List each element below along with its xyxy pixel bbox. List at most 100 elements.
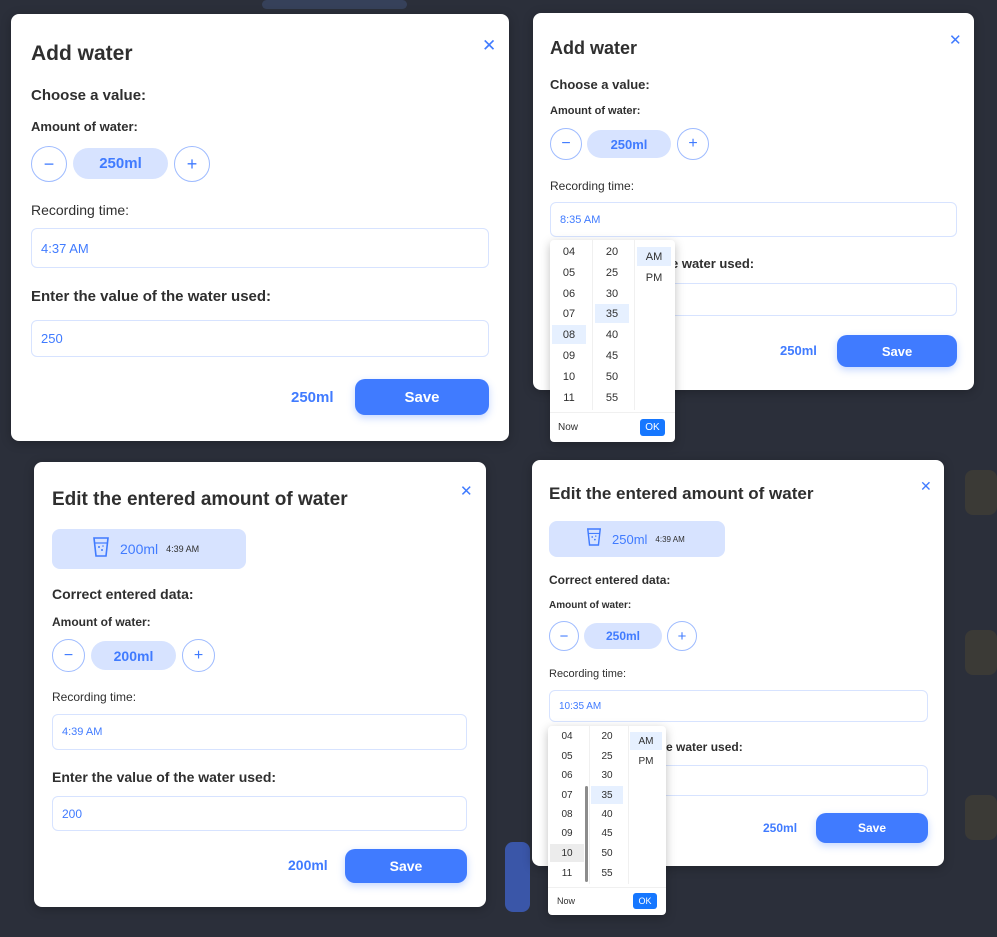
- increase-button[interactable]: +: [677, 128, 709, 160]
- close-icon[interactable]: ✕: [482, 37, 496, 54]
- increase-button[interactable]: +: [667, 621, 697, 651]
- decrease-button[interactable]: −: [52, 639, 85, 672]
- picker-footer: Now OK: [550, 412, 675, 442]
- modal-title: Add water: [550, 38, 638, 58]
- minute-option[interactable]: 45: [591, 824, 623, 842]
- background-app-shape: [965, 470, 997, 515]
- water-glass-icon: [92, 536, 110, 563]
- hour-option[interactable]: 04: [550, 727, 584, 745]
- minute-option[interactable]: 25: [591, 747, 623, 765]
- save-button[interactable]: Save: [816, 813, 928, 843]
- save-button[interactable]: Save: [345, 849, 467, 883]
- column-divider: [634, 240, 635, 410]
- enter-value-label: Enter the value of the water used:: [31, 288, 272, 305]
- hour-option[interactable]: 10: [552, 367, 586, 386]
- hour-option-selected[interactable]: 10: [550, 844, 584, 862]
- time-picker-dropdown: 04 05 06 07 08 09 10 11 20 25 30 35 40 4…: [550, 240, 675, 442]
- increase-button[interactable]: +: [182, 639, 215, 672]
- entered-record-card: 200ml 4:39 AM: [52, 529, 246, 569]
- total-amount: 250ml: [291, 389, 334, 406]
- meridiem-column: AM PM: [630, 726, 664, 776]
- hour-option[interactable]: 04: [552, 242, 586, 261]
- hour-column: 04 05 06 07 08 09 10 11: [552, 240, 590, 412]
- minute-option[interactable]: 25: [595, 263, 629, 282]
- save-button[interactable]: Save: [837, 335, 957, 367]
- hour-option-selected[interactable]: 08: [552, 325, 586, 344]
- close-icon[interactable]: ✕: [920, 479, 932, 493]
- close-icon[interactable]: ✕: [460, 484, 473, 499]
- hour-option[interactable]: 07: [550, 786, 584, 804]
- entered-record-card: 250ml 4:39 AM: [549, 521, 725, 557]
- meridiem-option-selected[interactable]: AM: [630, 732, 662, 750]
- hour-option[interactable]: 06: [550, 766, 584, 784]
- column-divider: [592, 240, 593, 410]
- minute-option-selected[interactable]: 35: [595, 304, 629, 323]
- minute-option[interactable]: 30: [591, 766, 623, 784]
- recording-time-input[interactable]: 10:35 AM: [549, 690, 928, 722]
- hour-option[interactable]: 07: [552, 304, 586, 323]
- increase-button[interactable]: +: [174, 146, 210, 182]
- minute-option[interactable]: 20: [595, 242, 629, 261]
- water-value-input[interactable]: [658, 765, 928, 796]
- meridiem-option[interactable]: PM: [637, 268, 671, 287]
- recording-time-input[interactable]: 8:35 AM: [550, 202, 957, 237]
- decrease-button[interactable]: −: [550, 128, 582, 160]
- entry-amount: 200ml: [120, 541, 159, 557]
- now-link[interactable]: Now: [557, 896, 575, 906]
- total-amount: 200ml: [288, 857, 328, 873]
- total-amount: 250ml: [780, 343, 817, 358]
- water-value-input[interactable]: [663, 283, 957, 316]
- ok-button[interactable]: OK: [633, 893, 657, 909]
- hour-option[interactable]: 11: [552, 388, 586, 407]
- minute-option[interactable]: 50: [595, 367, 629, 386]
- hour-option[interactable]: 08: [550, 805, 584, 823]
- minute-option[interactable]: 45: [595, 346, 629, 365]
- background-app-shape: [262, 0, 407, 9]
- recording-time-input[interactable]: 4:39 AM: [52, 714, 467, 750]
- close-icon[interactable]: ✕: [949, 33, 962, 48]
- recording-time-input[interactable]: 4:37 AM: [31, 228, 489, 268]
- modal-title: Edit the entered amount of water: [549, 484, 814, 503]
- recording-time-label: Recording time:: [549, 668, 627, 680]
- add-water-modal: Add water ✕ Choose a value: Amount of wa…: [11, 14, 509, 441]
- hour-option[interactable]: 09: [550, 824, 584, 842]
- meridiem-option[interactable]: PM: [630, 752, 662, 770]
- hour-option[interactable]: 06: [552, 284, 586, 303]
- now-link[interactable]: Now: [558, 422, 578, 433]
- choose-value-label: Choose a value:: [31, 87, 147, 104]
- edit-water-modal: Edit the entered amount of water ✕ 200ml…: [34, 462, 486, 907]
- enter-value-label: e water used:: [671, 256, 755, 271]
- minute-option[interactable]: 50: [591, 844, 623, 862]
- decrease-button[interactable]: −: [31, 146, 67, 182]
- minute-option[interactable]: 40: [591, 805, 623, 823]
- minute-option[interactable]: 20: [591, 727, 623, 745]
- save-button[interactable]: Save: [355, 379, 489, 415]
- meridiem-option-selected[interactable]: AM: [637, 247, 671, 266]
- minute-option-selected[interactable]: 35: [591, 786, 623, 804]
- minute-option[interactable]: 55: [591, 864, 623, 882]
- entry-time: 4:39 AM: [655, 534, 685, 544]
- minute-option[interactable]: 30: [595, 284, 629, 303]
- entry-amount: 250ml: [612, 531, 648, 547]
- water-value-input[interactable]: 200: [52, 796, 467, 831]
- column-divider: [628, 726, 629, 884]
- hour-option[interactable]: 09: [552, 346, 586, 365]
- hour-option[interactable]: 05: [552, 263, 586, 282]
- background-app-shape: [965, 795, 997, 840]
- time-picker-dropdown: 04 05 06 07 08 09 10 11 20 25 30 35 40 4…: [548, 726, 666, 915]
- hour-scrollbar[interactable]: [585, 786, 588, 882]
- ok-button[interactable]: OK: [640, 419, 665, 436]
- amount-label: Amount of water:: [550, 105, 641, 117]
- hour-option[interactable]: 11: [550, 864, 584, 882]
- meridiem-column: AM PM: [637, 240, 673, 300]
- recording-time-label: Recording time:: [550, 179, 635, 193]
- decrease-button[interactable]: −: [549, 621, 579, 651]
- hour-option[interactable]: 05: [550, 747, 584, 765]
- amount-value: 250ml: [587, 130, 671, 158]
- minute-option[interactable]: 40: [595, 325, 629, 344]
- modal-title: Edit the entered amount of water: [52, 489, 348, 510]
- water-value-input[interactable]: 250: [31, 320, 489, 357]
- minute-option[interactable]: 55: [595, 388, 629, 407]
- total-amount: 250ml: [763, 821, 798, 835]
- recording-time-label: Recording time:: [52, 690, 137, 704]
